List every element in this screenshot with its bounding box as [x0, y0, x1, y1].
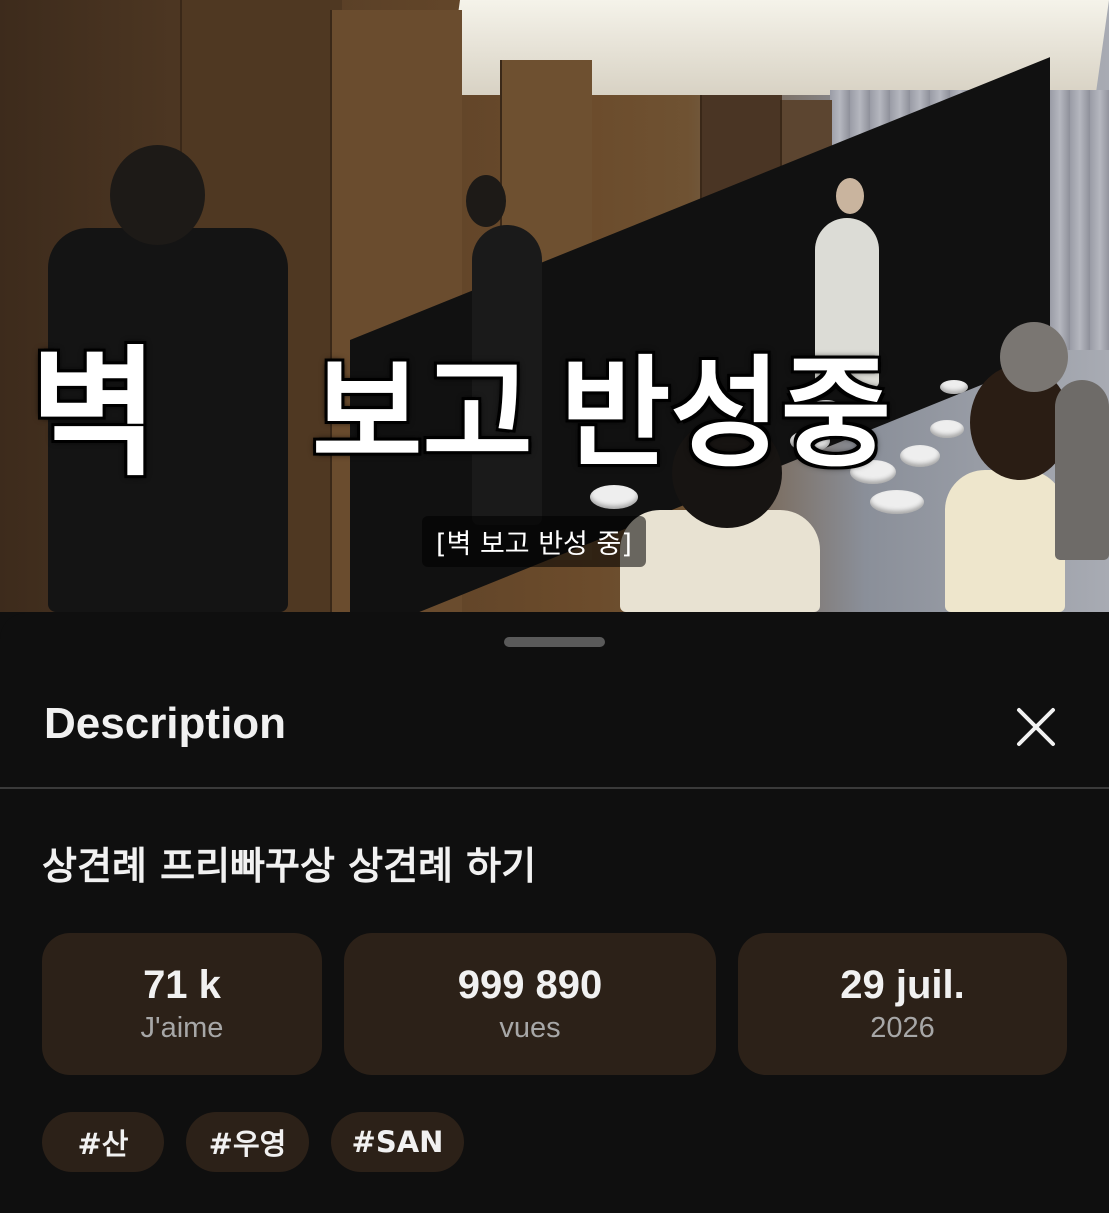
hashtag-chip[interactable]: #우영	[186, 1112, 309, 1172]
divider	[0, 787, 1109, 789]
hashtag-chip[interactable]: #SAN	[331, 1112, 464, 1172]
publish-date: 29 juil.	[840, 963, 965, 1007]
views-stat: 999 890 vues	[344, 933, 716, 1075]
drag-handle[interactable]	[504, 637, 605, 647]
guest	[1055, 380, 1109, 560]
plate	[590, 485, 638, 509]
plate	[930, 420, 964, 438]
person-head	[1000, 322, 1068, 392]
close-icon	[1017, 708, 1055, 746]
date-stat: 29 juil. 2026	[738, 933, 1067, 1075]
video-title: 상견례 프리빠꾸상 상견례 하기	[42, 844, 537, 888]
close-button[interactable]	[1008, 699, 1064, 755]
likes-label: J'aime	[140, 1012, 224, 1044]
person-head	[110, 145, 205, 245]
likes-stat: 71 k J'aime	[42, 933, 322, 1075]
plate	[870, 490, 924, 514]
overlay-word-2: 보고	[312, 345, 533, 484]
description-sheet: Description 상견례 프리빠꾸상 상견례 하기 71 k J'aime…	[0, 613, 1109, 1213]
person-head	[836, 178, 864, 214]
plate	[940, 380, 968, 394]
views-count: 999 890	[457, 963, 603, 1007]
subtitle-caption: [벽 보고 반성 중]	[422, 516, 646, 567]
overlay-word-1: 벽	[30, 333, 159, 496]
overlay-word-3: 반성중	[560, 345, 892, 484]
plate	[900, 445, 940, 467]
views-label: vues	[499, 1012, 561, 1044]
likes-count: 71 k	[143, 963, 221, 1007]
person-head	[466, 175, 506, 227]
guest	[945, 470, 1065, 612]
sheet-title: Description	[44, 699, 287, 748]
publish-year: 2026	[870, 1012, 935, 1044]
hashtag-chip[interactable]: #산	[42, 1112, 164, 1172]
video-player[interactable]: 벽 보고 반성중 [벽 보고 반성 중]	[0, 0, 1109, 612]
